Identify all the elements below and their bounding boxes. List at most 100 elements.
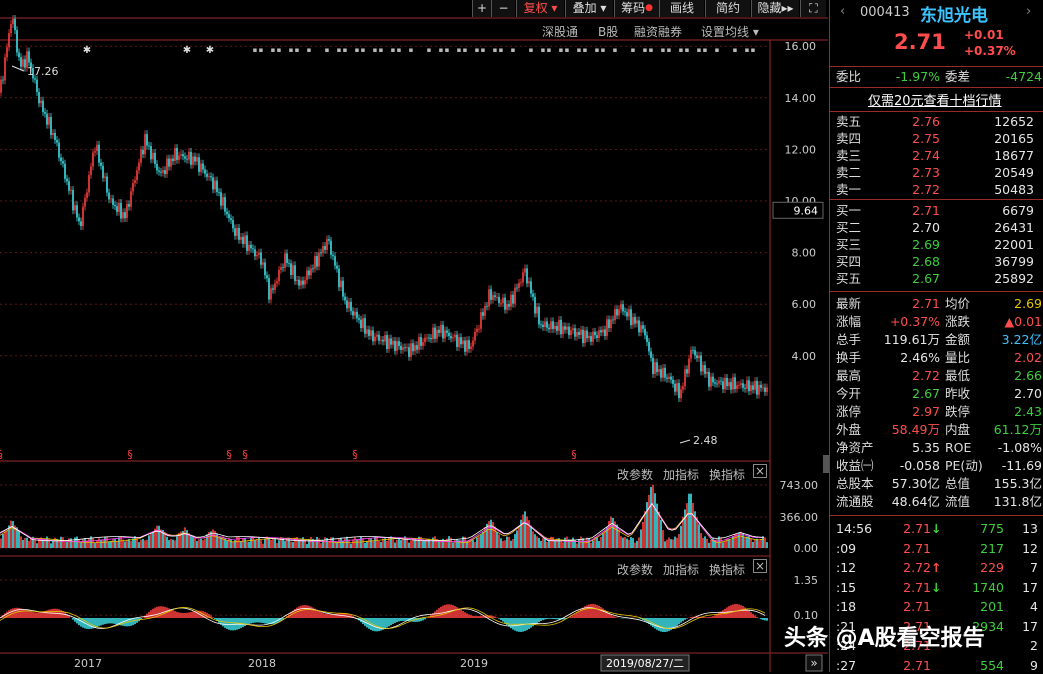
zoom-in-button[interactable]: + bbox=[472, 0, 491, 17]
macd-bar bbox=[268, 618, 270, 624]
macd-bar bbox=[480, 616, 482, 618]
fuquan-dropdown[interactable]: 复权 ▾ bbox=[516, 0, 564, 17]
event-marker: ▪ bbox=[493, 46, 498, 54]
macd-bar bbox=[754, 615, 756, 618]
diejia-dropdown[interactable]: 叠加 ▾ bbox=[565, 0, 613, 17]
candle-body bbox=[94, 151, 96, 153]
candle-body bbox=[202, 164, 204, 170]
macd-bar bbox=[266, 618, 268, 624]
jianyue-button[interactable]: 简约 bbox=[705, 0, 750, 17]
yincang-button[interactable]: 隐藏▸▸ bbox=[751, 0, 799, 17]
volume-bar bbox=[514, 534, 516, 548]
macd-bar bbox=[38, 612, 40, 618]
chouma-button[interactable]: 筹码● bbox=[614, 0, 659, 17]
candle-body bbox=[482, 312, 484, 316]
macd-huanzhibiao-button[interactable]: 换指标 bbox=[709, 561, 745, 578]
macd-bar bbox=[388, 618, 390, 626]
candle-body bbox=[652, 358, 654, 374]
volume-bar bbox=[638, 537, 640, 548]
candle-body bbox=[530, 281, 532, 293]
event-marker: ▪ bbox=[715, 46, 720, 54]
event-marker: ▪ bbox=[685, 46, 690, 54]
macd-bar bbox=[304, 605, 306, 618]
volume-bar bbox=[88, 539, 90, 548]
candle-body bbox=[594, 332, 596, 335]
candle-body bbox=[320, 253, 322, 254]
macd-bar bbox=[176, 612, 178, 618]
expand-icon[interactable]: ⛶ bbox=[800, 0, 826, 17]
stat-label: 净资产 bbox=[836, 439, 874, 456]
huaxian-button[interactable]: 画线 bbox=[659, 0, 704, 17]
macd-jiazhibiao-button[interactable]: 加指标 bbox=[663, 561, 699, 578]
stat-value: 2.43 bbox=[1014, 403, 1042, 420]
volume-bar bbox=[24, 538, 26, 548]
vol-close-icon[interactable]: × bbox=[753, 464, 767, 478]
rongzi-link[interactable]: 融资融券 bbox=[634, 23, 682, 40]
junxian-dropdown[interactable]: 设置均线 ▾ bbox=[701, 23, 759, 40]
candle-body bbox=[66, 179, 68, 182]
macd-bar bbox=[228, 618, 230, 630]
star-marker: ✱ bbox=[83, 45, 91, 56]
volume-bar bbox=[480, 534, 482, 548]
macd-bar bbox=[102, 618, 104, 625]
candle-body bbox=[210, 176, 212, 177]
ask-price: 2.72 bbox=[912, 181, 940, 198]
bgu-link[interactable]: B股 bbox=[598, 23, 618, 40]
candle-body bbox=[376, 335, 378, 337]
candle-body bbox=[508, 304, 510, 306]
volume-bar bbox=[478, 536, 480, 548]
macd-bar bbox=[308, 606, 310, 618]
candle-body bbox=[540, 324, 542, 325]
macd-bar bbox=[392, 618, 394, 624]
chevron-left-icon[interactable]: ‹ bbox=[840, 4, 845, 19]
promo-link[interactable]: 仅需20元查看十档行情 bbox=[868, 90, 1002, 109]
candle-body bbox=[696, 355, 698, 358]
volume-bar bbox=[662, 530, 664, 548]
candle-body bbox=[464, 341, 466, 352]
kline-chart-area[interactable]: 16.0014.0012.0010.008.006.004.009.64✱✱✱▪… bbox=[0, 0, 828, 672]
candle-body bbox=[424, 338, 426, 342]
candle-body bbox=[112, 199, 114, 205]
event-marker: ▪ bbox=[289, 46, 294, 54]
candle-body bbox=[506, 304, 508, 310]
volume-bar bbox=[264, 539, 266, 548]
candle-body bbox=[720, 381, 722, 382]
bid-row: 买五2.6725892 bbox=[830, 270, 1043, 287]
candle-body bbox=[550, 321, 552, 329]
candle-body bbox=[172, 159, 174, 162]
candle-body bbox=[586, 331, 588, 339]
volume-bar bbox=[402, 539, 404, 548]
zoom-out-button[interactable]: − bbox=[491, 0, 515, 17]
chevron-right-icon[interactable]: › bbox=[1026, 4, 1031, 19]
candle-body bbox=[124, 212, 126, 218]
side-collapse-handle[interactable] bbox=[823, 455, 829, 473]
candle-body bbox=[304, 280, 306, 284]
volume-bar bbox=[758, 541, 760, 548]
candle-body bbox=[576, 332, 578, 337]
vol-jiazhibiao-button[interactable]: 加指标 bbox=[663, 466, 699, 483]
event-marker: ▪ bbox=[427, 46, 432, 54]
macd-gaicanshu-button[interactable]: 改参数 bbox=[617, 561, 653, 578]
shengutong-link[interactable]: 深股通 bbox=[542, 23, 578, 40]
candle-body bbox=[602, 329, 604, 332]
candle-body bbox=[704, 365, 706, 374]
current-price-label: 9.64 bbox=[794, 204, 819, 217]
macd-close-icon[interactable]: × bbox=[753, 559, 767, 573]
bid-volume: 6679 bbox=[1002, 202, 1034, 219]
macd-bar bbox=[752, 614, 754, 618]
candle-body bbox=[24, 59, 26, 67]
candle-body bbox=[566, 327, 568, 330]
vol-gaicanshu-button[interactable]: 改参数 bbox=[617, 466, 653, 483]
tick-time: 14:56 bbox=[836, 520, 872, 537]
macd-bar bbox=[498, 618, 500, 619]
tick-volume: 554 bbox=[980, 657, 1004, 674]
candle-body bbox=[748, 380, 750, 391]
volume-bar bbox=[626, 539, 628, 548]
candle-body bbox=[706, 372, 708, 374]
stat-value: 2.46% bbox=[900, 349, 940, 366]
vol-huanzhibiao-button[interactable]: 换指标 bbox=[709, 466, 745, 483]
volume-bar bbox=[652, 485, 654, 548]
candle-body bbox=[392, 341, 394, 345]
volume-bar bbox=[74, 537, 76, 548]
candle-body bbox=[188, 152, 190, 160]
